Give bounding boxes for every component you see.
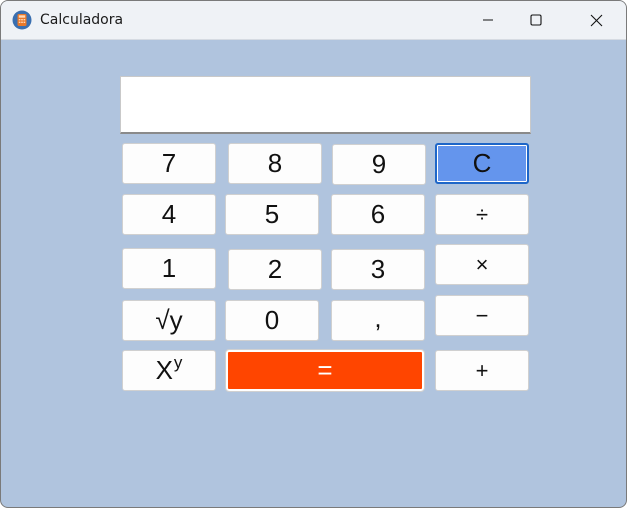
equals-button[interactable]: =: [225, 349, 425, 392]
title-bar: Calculadora: [1, 1, 626, 40]
comma-button[interactable]: ,: [331, 300, 425, 341]
multiply-button[interactable]: ×: [435, 244, 529, 285]
key-8[interactable]: 8: [228, 143, 322, 184]
key-1[interactable]: 1: [122, 248, 216, 289]
key-2[interactable]: 2: [228, 249, 322, 290]
minus-button[interactable]: −: [435, 295, 529, 336]
window-title: Calculadora: [40, 12, 124, 28]
key-7[interactable]: 7: [122, 143, 216, 184]
key-0[interactable]: 0: [225, 300, 319, 341]
maximize-button[interactable]: [513, 1, 559, 39]
key-5[interactable]: 5: [225, 194, 319, 235]
power-base-label: X: [155, 355, 173, 385]
power-button[interactable]: Xy: [122, 350, 216, 391]
calculator-window: Calculadora 7 8 9 C 4 5 6 ÷ 1 2 3 × √y 0: [0, 0, 627, 508]
power-exponent-label: y: [173, 352, 183, 372]
key-9[interactable]: 9: [332, 144, 426, 185]
calculator-icon: [12, 10, 32, 30]
close-button[interactable]: [573, 1, 619, 39]
key-3[interactable]: 3: [331, 249, 425, 290]
key-4[interactable]: 4: [122, 194, 216, 235]
clear-button[interactable]: C: [435, 143, 529, 184]
close-icon: [590, 14, 602, 26]
minimize-button[interactable]: [465, 1, 511, 39]
plus-button[interactable]: +: [435, 350, 529, 391]
calculator-display: [120, 76, 531, 134]
maximize-icon: [530, 14, 542, 26]
minimize-icon: [483, 19, 493, 21]
key-6[interactable]: 6: [331, 194, 425, 235]
divide-button[interactable]: ÷: [435, 194, 529, 235]
sqrt-button[interactable]: √y: [122, 300, 216, 341]
